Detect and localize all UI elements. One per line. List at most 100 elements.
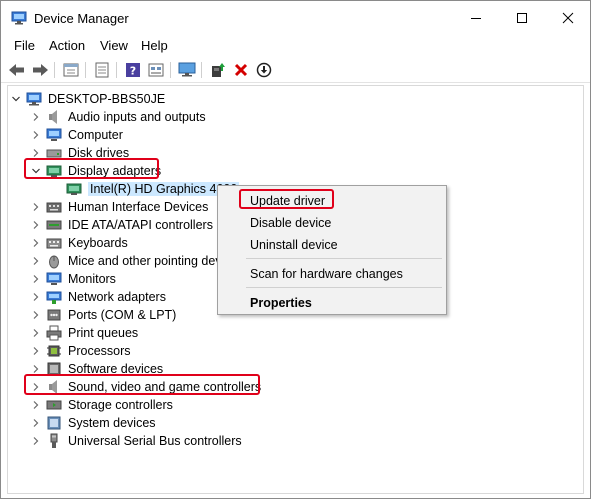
category-label: Storage controllers — [68, 398, 173, 412]
category-label: Sound, video and game controllers — [68, 380, 262, 394]
update-driver-menu-item[interactable]: Update driver — [250, 194, 325, 208]
category-label: Network adapters — [68, 290, 166, 304]
chevron-right-icon[interactable] — [30, 198, 42, 216]
chevron-right-icon[interactable] — [30, 432, 42, 450]
tree-category-usb[interactable]: Universal Serial Bus controllers — [30, 432, 242, 450]
menu-view[interactable]: View — [100, 38, 128, 53]
uninstall-icon[interactable] — [231, 60, 251, 80]
chevron-right-icon[interactable] — [30, 216, 42, 234]
tree-category-hid[interactable]: Human Interface Devices — [30, 198, 208, 216]
minimize-button[interactable] — [453, 1, 499, 35]
toolbar-separator — [54, 62, 55, 78]
usb-icon — [46, 433, 62, 449]
help-icon[interactable]: ? — [123, 60, 143, 80]
category-label: Monitors — [68, 272, 116, 286]
monitor-icon[interactable] — [177, 60, 197, 80]
back-icon[interactable] — [7, 60, 27, 80]
chevron-down-icon[interactable] — [30, 162, 42, 180]
menu-file[interactable]: File — [14, 38, 35, 53]
chevron-right-icon[interactable] — [30, 126, 42, 144]
chevron-right-icon[interactable] — [30, 324, 42, 342]
maximize-button[interactable] — [499, 1, 545, 35]
tree-category-monitors[interactable]: Monitors — [30, 270, 116, 288]
tree-category-display-adapters[interactable]: Display adapters — [30, 162, 161, 180]
properties-menu-item[interactable]: Properties — [250, 296, 312, 310]
window-title: Device Manager — [34, 11, 129, 26]
speaker-icon — [46, 379, 62, 395]
category-label: IDE ATA/ATAPI controllers — [68, 218, 213, 232]
tree-category-storage[interactable]: Storage controllers — [30, 396, 173, 414]
tree-category-software-devices[interactable]: Software devices — [30, 360, 163, 378]
hid-icon — [46, 199, 62, 215]
scan-hardware-menu-item[interactable]: Scan for hardware changes — [250, 267, 403, 281]
chevron-right-icon[interactable] — [30, 378, 42, 396]
ide-controller-icon — [46, 217, 62, 233]
tree-category-keyboards[interactable]: Keyboards — [30, 234, 128, 252]
chevron-right-icon[interactable] — [30, 252, 42, 270]
download-icon[interactable] — [254, 60, 274, 80]
tree-category-mice[interactable]: Mice and other pointing devices — [30, 252, 244, 270]
device-manager-window: Device Manager File Action View Help ? D… — [0, 0, 591, 499]
tree-category-audio[interactable]: Audio inputs and outputs — [30, 108, 206, 126]
forward-icon[interactable] — [30, 60, 50, 80]
properties-pane-icon[interactable] — [61, 60, 81, 80]
tree-device-intel-hd-graphics[interactable]: Intel(R) HD Graphics 4600 — [66, 180, 240, 198]
keyboard-icon — [46, 235, 62, 251]
category-label: Computer — [68, 128, 123, 142]
chevron-right-icon[interactable] — [30, 396, 42, 414]
close-button[interactable] — [545, 1, 591, 35]
menu-help[interactable]: Help — [141, 38, 168, 53]
category-label: Keyboards — [68, 236, 128, 250]
computer-icon — [26, 91, 42, 107]
category-label: Disk drives — [68, 146, 130, 160]
chevron-right-icon[interactable] — [30, 342, 42, 360]
chevron-right-icon[interactable] — [30, 414, 42, 432]
category-label: Software devices — [68, 362, 164, 376]
uninstall-device-menu-item[interactable]: Uninstall device — [250, 238, 338, 252]
toolbar-separator — [116, 62, 117, 78]
add-driver-icon[interactable] — [208, 60, 228, 80]
category-label: Audio inputs and outputs — [68, 110, 206, 124]
category-label: Ports (COM & LPT) — [68, 308, 177, 322]
view-icon[interactable] — [146, 60, 166, 80]
chevron-right-icon[interactable] — [30, 306, 42, 324]
tree-category-disk-drives[interactable]: Disk drives — [30, 144, 129, 162]
tree-category-sound-video[interactable]: Sound, video and game controllers — [30, 378, 261, 396]
speaker-icon — [46, 109, 62, 125]
disk-drive-icon — [46, 145, 62, 161]
chevron-right-icon[interactable] — [30, 288, 42, 306]
chevron-down-icon[interactable] — [10, 90, 22, 108]
toolbar-separator — [85, 62, 86, 78]
chevron-right-icon[interactable] — [30, 270, 42, 288]
menu-action[interactable]: Action — [49, 38, 85, 53]
chevron-right-icon[interactable] — [30, 108, 42, 126]
disable-device-menu-item[interactable]: Disable device — [250, 216, 331, 230]
tree-category-ide-ata[interactable]: IDE ATA/ATAPI controllers — [30, 216, 213, 234]
port-icon — [46, 307, 62, 323]
tree-root[interactable]: DESKTOP-BBS50JE — [10, 90, 165, 108]
tree-category-ports[interactable]: Ports (COM & LPT) — [30, 306, 176, 324]
tree-category-computer[interactable]: Computer — [30, 126, 123, 144]
menu-bar: File Action View Help — [1, 35, 590, 57]
storage-controller-icon — [46, 397, 62, 413]
tree-category-print-queues[interactable]: Print queues — [30, 324, 138, 342]
tree-category-processors[interactable]: Processors — [30, 342, 131, 360]
tree-root-label: DESKTOP-BBS50JE — [48, 92, 166, 106]
chevron-right-icon[interactable] — [30, 234, 42, 252]
printer-icon — [46, 325, 62, 341]
category-label: Print queues — [68, 326, 139, 340]
context-menu: Update driver Disable device Uninstall d… — [217, 185, 447, 315]
menu-separator — [246, 258, 442, 259]
chevron-right-icon[interactable] — [30, 360, 42, 378]
toolbar: ? — [1, 57, 590, 83]
toolbar-separator — [201, 62, 202, 78]
chevron-right-icon[interactable] — [30, 144, 42, 162]
tree-category-system-devices[interactable]: System devices — [30, 414, 156, 432]
network-adapter-icon — [46, 289, 62, 305]
tree-category-network[interactable]: Network adapters — [30, 288, 166, 306]
display-adapter-icon — [66, 181, 82, 197]
menu-separator — [246, 287, 442, 288]
computer-icon — [46, 127, 62, 143]
show-hidden-icon[interactable] — [92, 60, 112, 80]
title-bar: Device Manager — [1, 1, 590, 35]
